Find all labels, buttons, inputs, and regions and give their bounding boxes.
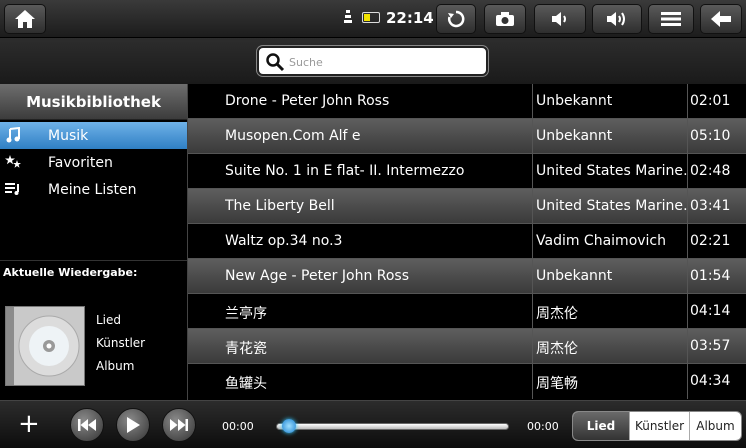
track-artist: 周杰伦: [536, 341, 578, 357]
view-artist-button[interactable]: Künstler: [629, 412, 689, 440]
track-title: New Age - Peter John Ross: [225, 268, 410, 284]
now-playing-artist: Künstler: [96, 336, 146, 350]
table-row[interactable]: 兰亭序 周杰伦 04:14: [188, 294, 746, 329]
elapsed-time: 00:00: [222, 420, 254, 433]
menu-button[interactable]: [648, 4, 694, 34]
previous-icon: [78, 419, 96, 431]
previous-button[interactable]: [70, 408, 104, 442]
stars-icon: [5, 155, 21, 168]
view-song-button[interactable]: Lied: [573, 412, 629, 440]
sidebar-item-favoriten[interactable]: Favoriten: [0, 149, 187, 176]
playlist-icon: [5, 183, 19, 195]
play-icon: [127, 417, 140, 433]
divider: [0, 260, 187, 261]
track-title: Musopen.Com Alf e: [225, 128, 361, 144]
track-artist: United States Marine…: [536, 163, 688, 179]
seek-handle[interactable]: [282, 419, 296, 433]
total-time: 00:00: [527, 420, 559, 433]
add-button[interactable]: +: [18, 409, 40, 439]
track-duration: 03:41: [690, 198, 731, 214]
back-button[interactable]: [700, 4, 742, 34]
sidebar-item-meine-listen[interactable]: Meine Listen: [0, 176, 187, 203]
sidebar: Musikbibliothek Musik Favoriten Meine Li…: [0, 84, 187, 400]
track-duration: 02:01: [690, 93, 731, 109]
table-row[interactable]: Waltz op.34 no.3 Vadim Chaimovich 02:21: [188, 224, 746, 259]
search-icon: [266, 53, 285, 72]
player-bar: + 00:00 00:00 Lied Künstler Album: [0, 400, 746, 448]
now-playing-heading: Aktuelle Wiedergabe:: [3, 266, 138, 279]
track-title: Waltz op.34 no.3: [225, 233, 343, 249]
search-input[interactable]: [289, 53, 479, 71]
track-artist: 周杰伦: [536, 306, 578, 322]
sidebar-item-label: Musik: [48, 127, 89, 144]
table-row[interactable]: 青花瓷 周杰伦 03:57: [188, 329, 746, 364]
sidebar-title: Musikbibliothek: [0, 84, 187, 120]
seek-bar[interactable]: [276, 423, 509, 430]
search-box[interactable]: [257, 46, 488, 76]
wifi-icon: [344, 10, 352, 23]
table-row[interactable]: Suite No. 1 in E flat- II. Intermezzo Un…: [188, 154, 746, 189]
now-playing-song: Lied: [96, 313, 122, 327]
now-playing-album: Album: [96, 359, 135, 373]
table-row[interactable]: 鱼罐头 周笔畅 04:34: [188, 364, 746, 399]
next-button[interactable]: [162, 408, 196, 442]
volume-up-button[interactable]: [592, 4, 642, 34]
refresh-icon: [447, 10, 465, 28]
track-artist: Unbekannt: [536, 128, 613, 144]
music-note-icon: [6, 127, 20, 143]
track-duration: 02:21: [690, 233, 731, 249]
camera-icon: [496, 12, 514, 26]
volume-down-icon: [552, 12, 566, 26]
volume-up-icon: [607, 12, 625, 26]
track-artist: Unbekannt: [536, 93, 613, 109]
track-title: The Liberty Bell: [225, 198, 335, 214]
music-app: 22:14 Musikbibliothek Musik: [0, 0, 746, 448]
next-icon: [170, 419, 188, 431]
track-title: 兰亭序: [225, 306, 267, 322]
home-button[interactable]: [4, 4, 46, 34]
view-album-button[interactable]: Album: [689, 412, 741, 440]
album-cover: [5, 306, 85, 386]
track-duration: 04:34: [690, 373, 731, 389]
track-title: 鱼罐头: [225, 376, 267, 392]
sidebar-item-musik[interactable]: Musik: [0, 122, 187, 149]
clock: 22:14: [386, 9, 434, 27]
track-title: 青花瓷: [225, 341, 267, 357]
track-title: Drone - Peter John Ross: [225, 93, 390, 109]
sidebar-item-label: Meine Listen: [48, 181, 137, 198]
track-artist: Vadim Chaimovich: [536, 233, 666, 249]
status-bar: 22:14: [0, 0, 746, 38]
cd-icon: [6, 307, 84, 385]
track-duration: 05:10: [690, 128, 731, 144]
back-arrow-icon: [711, 11, 731, 27]
track-list: Drone - Peter John Ross Unbekannt 02:01 …: [187, 84, 746, 400]
table-row[interactable]: Musopen.Com Alf e Unbekannt 05:10: [188, 119, 746, 154]
battery-icon: [362, 12, 380, 23]
play-button[interactable]: [116, 408, 150, 442]
menu-icon: [661, 12, 681, 26]
track-artist: Unbekannt: [536, 268, 613, 284]
volume-down-button[interactable]: [534, 4, 586, 34]
track-artist: 周笔畅: [536, 376, 578, 392]
track-artist: United States Marine…: [536, 198, 688, 214]
track-duration: 04:14: [690, 303, 731, 319]
sidebar-item-label: Favoriten: [48, 154, 113, 171]
track-duration: 03:57: [690, 338, 731, 354]
table-row[interactable]: The Liberty Bell United States Marine… 0…: [188, 189, 746, 224]
refresh-button[interactable]: [436, 4, 476, 34]
screenshot-button[interactable]: [484, 4, 526, 34]
view-switcher: Lied Künstler Album: [572, 411, 742, 441]
track-title: Suite No. 1 in E flat- II. Intermezzo: [225, 163, 465, 179]
home-icon: [15, 10, 35, 28]
table-row[interactable]: New Age - Peter John Ross Unbekannt 01:5…: [188, 259, 746, 294]
track-duration: 02:48: [690, 163, 731, 179]
table-row[interactable]: Drone - Peter John Ross Unbekannt 02:01: [188, 84, 746, 119]
track-duration: 01:54: [690, 268, 731, 284]
